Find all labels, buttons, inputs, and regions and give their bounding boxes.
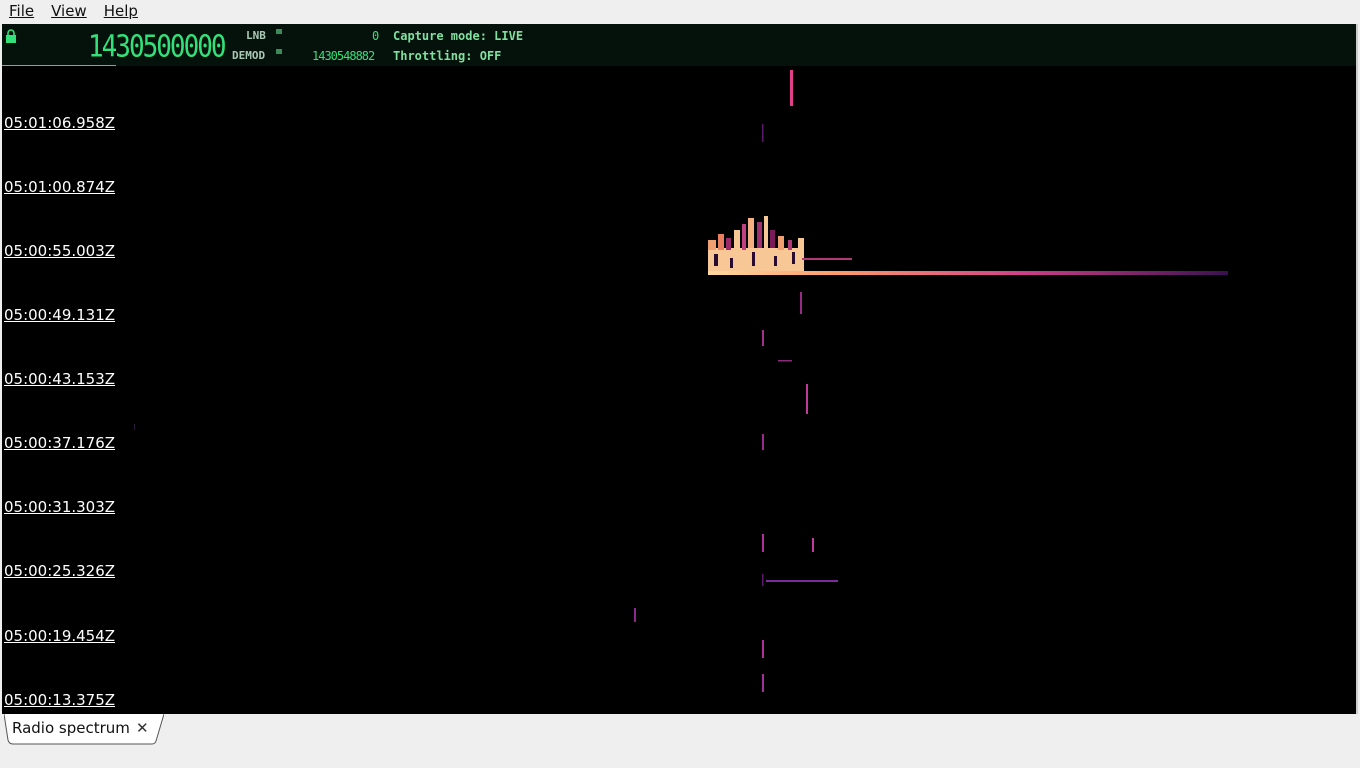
time-label: 05:00:37.176Z	[4, 434, 116, 452]
time-label: 05:00:43.153Z	[4, 370, 116, 388]
menu-view-label: View	[51, 2, 87, 20]
menu-file-label: File	[9, 2, 35, 20]
time-label: 05:00:13.375Z	[4, 691, 116, 709]
menu-help[interactable]: Help	[95, 2, 146, 20]
demod-value[interactable]: 1430548882	[312, 49, 375, 63]
lnb-lock-icon[interactable]	[276, 27, 282, 34]
tab-bar: Radio spectrum ✕	[0, 714, 1360, 768]
time-label: 05:00:55.003Z	[4, 242, 116, 260]
menu-bar: File View Help	[0, 0, 1360, 22]
frequency-header: 1430500000 LNB 0 DEMOD 1430548882 Captur…	[2, 24, 1356, 66]
tab-radio-spectrum[interactable]: Radio spectrum ✕	[4, 714, 164, 745]
spectrum-panel: 1430500000 LNB 0 DEMOD 1430548882 Captur…	[2, 24, 1358, 715]
lnb-label: LNB	[246, 29, 266, 42]
time-label: 05:00:49.131Z	[4, 306, 116, 324]
throttling-status: Throttling: OFF	[393, 49, 502, 63]
signal-burst	[708, 216, 852, 274]
menu-help-label: Help	[103, 2, 138, 20]
waterfall-display[interactable]	[2, 24, 1356, 714]
time-label: 05:00:25.326Z	[4, 562, 116, 580]
time-label: 05:00:19.454Z	[4, 627, 116, 645]
time-axis: 05:01:06.958Z 05:01:00.874Z 05:00:55.003…	[2, 66, 132, 714]
capture-mode-status: Capture mode: LIVE	[393, 29, 524, 43]
demod-label: DEMOD	[232, 49, 266, 62]
signal-trail	[708, 271, 1228, 275]
tab-label: Radio spectrum	[12, 719, 130, 737]
main-frequency-display[interactable]: 1430500000	[88, 30, 227, 65]
demod-lock-icon[interactable]	[276, 47, 282, 54]
lock-icon[interactable]	[5, 29, 17, 43]
time-label: 05:01:06.958Z	[4, 114, 116, 132]
time-label: 05:00:31.303Z	[4, 498, 116, 516]
lnb-value[interactable]: 0	[372, 29, 379, 43]
signal-traces	[134, 70, 838, 692]
time-label: 05:01:00.874Z	[4, 178, 116, 196]
menu-file[interactable]: File	[0, 2, 42, 20]
close-icon[interactable]: ✕	[136, 719, 149, 737]
menu-view[interactable]: View	[42, 2, 95, 20]
